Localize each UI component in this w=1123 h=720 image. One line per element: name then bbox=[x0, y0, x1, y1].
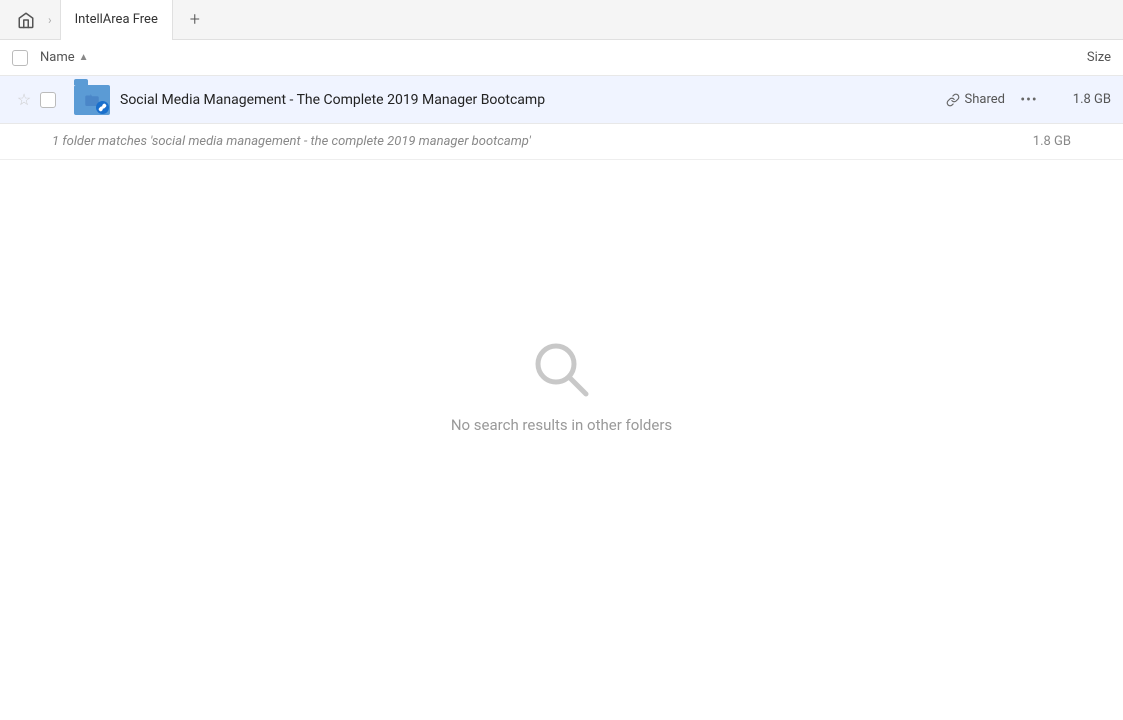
folder-icon bbox=[74, 82, 110, 118]
results-text: 1 folder matches 'social media managemen… bbox=[52, 134, 1033, 149]
select-all-checkbox[interactable] bbox=[12, 50, 40, 66]
tab-label: IntellArea Free bbox=[75, 12, 158, 27]
results-size: 1.8 GB bbox=[1033, 134, 1071, 149]
star-icon[interactable]: ☆ bbox=[12, 90, 36, 109]
size-column-header[interactable]: Size bbox=[1031, 50, 1111, 65]
row-checkbox[interactable] bbox=[40, 92, 68, 108]
breadcrumb-separator: › bbox=[48, 13, 52, 27]
home-button[interactable] bbox=[12, 6, 40, 34]
file-name: Social Media Management - The Complete 2… bbox=[120, 92, 936, 108]
shared-badge: Shared bbox=[936, 89, 1015, 110]
tab-intellarea-free[interactable]: IntellArea Free bbox=[60, 0, 173, 40]
column-header-row: Name ▲ Size bbox=[0, 40, 1123, 76]
link-icon bbox=[946, 93, 960, 107]
results-summary-row: 1 folder matches 'social media managemen… bbox=[0, 124, 1123, 160]
no-results-icon bbox=[532, 340, 592, 400]
file-size: 1.8 GB bbox=[1051, 92, 1111, 107]
file-list-item[interactable]: ☆ Social Media Management - The Complete… bbox=[0, 76, 1123, 124]
sort-icon: ▲ bbox=[79, 52, 89, 63]
top-bar: › IntellArea Free + bbox=[0, 0, 1123, 40]
name-column-header[interactable]: Name ▲ bbox=[40, 50, 1031, 65]
empty-state: No search results in other folders bbox=[0, 160, 1123, 434]
empty-state-message: No search results in other folders bbox=[451, 416, 672, 434]
more-options-button[interactable]: ••• bbox=[1015, 86, 1043, 114]
add-tab-button[interactable]: + bbox=[181, 6, 209, 34]
